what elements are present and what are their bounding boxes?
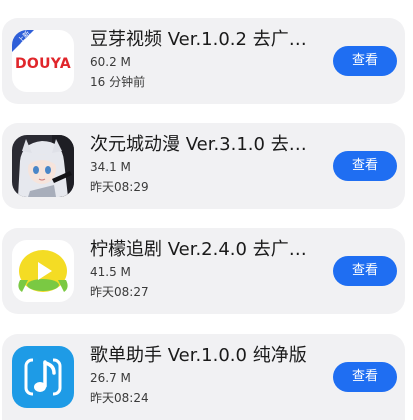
anime-girl-icon: [12, 135, 74, 197]
lemon-play-icon: [12, 240, 74, 302]
douya-logo-icon: 上新 DOUYA: [12, 30, 74, 92]
app-title: 柠檬追剧 Ver.2.4.0 去广告版: [90, 239, 312, 260]
app-time: 16 分钟前: [90, 75, 146, 89]
app-card[interactable]: 柠檬追剧 Ver.2.4.0 去广告版 41.5 M 昨天08:27 查看: [2, 228, 405, 314]
app-size: 41.5 M: [90, 265, 131, 279]
app-size: 26.7 M: [90, 371, 131, 385]
view-button[interactable]: 查看: [333, 46, 397, 76]
app-time: 昨天08:24: [90, 391, 149, 405]
view-button[interactable]: 查看: [333, 256, 397, 286]
view-button[interactable]: 查看: [333, 151, 397, 181]
douya-logo-text: DOUYA: [15, 56, 71, 72]
app-card[interactable]: 歌单助手 Ver.1.0.0 纯净版 26.7 M 昨天08:24 查看: [2, 334, 405, 420]
app-title: 豆芽视频 Ver.1.0.2 去广告版: [90, 29, 312, 50]
music-note-icon: [12, 346, 74, 408]
app-card[interactable]: 上新 DOUYA 豆芽视频 Ver.1.0.2 去广告版 60.2 M 16 分…: [2, 18, 405, 104]
lemon-play-svg: [12, 240, 74, 302]
app-title: 歌单助手 Ver.1.0.0 纯净版: [90, 345, 307, 366]
app-time: 昨天08:29: [90, 180, 149, 194]
app-time: 昨天08:27: [90, 285, 149, 299]
app-size: 60.2 M: [90, 55, 131, 69]
app-title: 次元城动漫 Ver.3.1.0 去广告版: [90, 134, 312, 155]
douya-logo-svg: 上新 DOUYA: [12, 30, 74, 92]
app-card[interactable]: 次元城动漫 Ver.3.1.0 去广告版 34.1 M 昨天08:29 查看: [2, 123, 405, 209]
view-button[interactable]: 查看: [333, 362, 397, 392]
anime-girl-svg: [12, 135, 74, 197]
app-list: 上新 DOUYA 豆芽视频 Ver.1.0.2 去广告版 60.2 M 16 分…: [0, 0, 413, 420]
music-note-svg: [12, 346, 74, 408]
app-size: 34.1 M: [90, 160, 131, 174]
